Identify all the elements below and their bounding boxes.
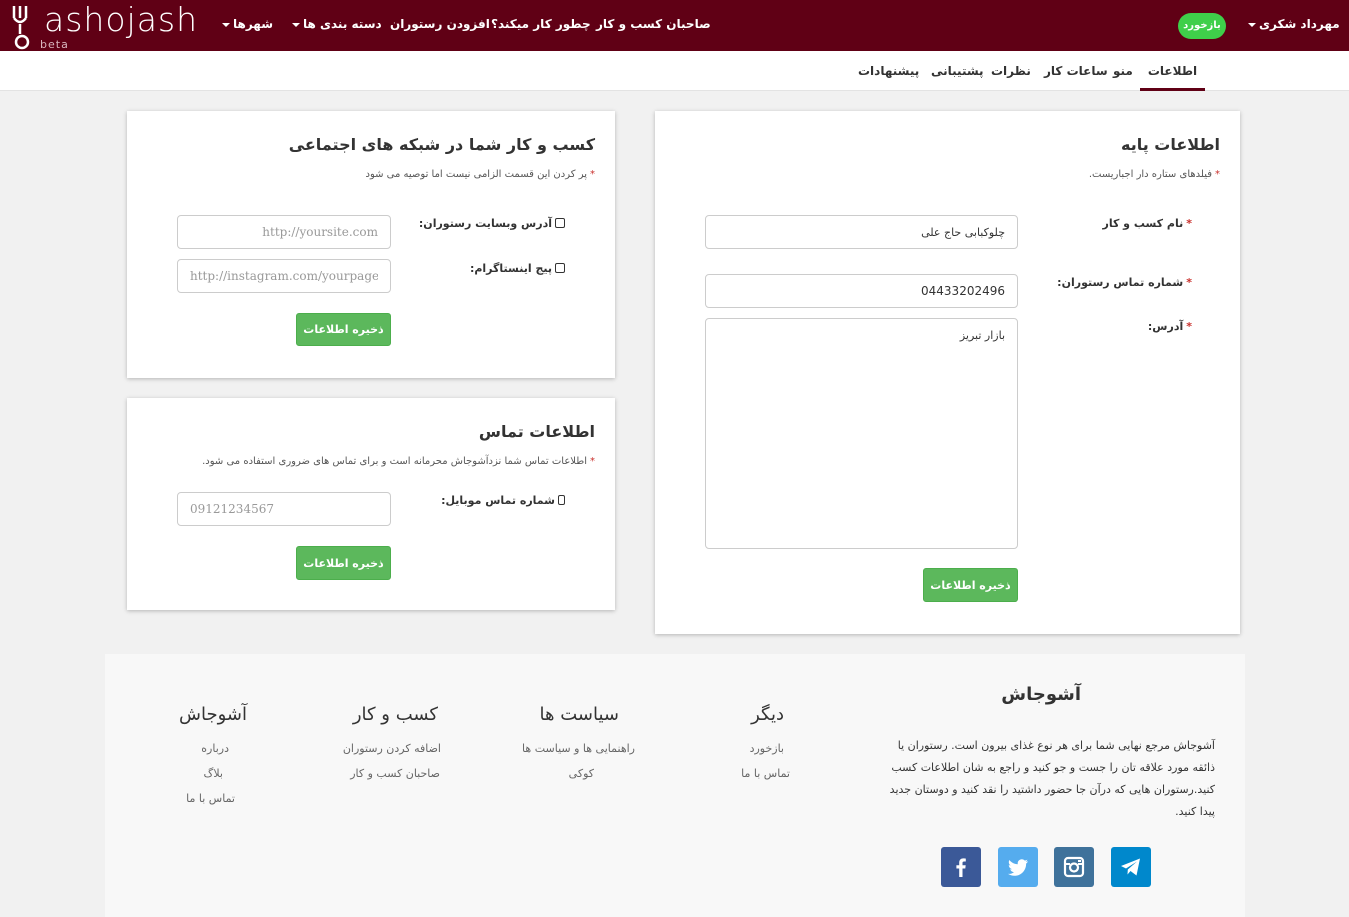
required-fields-note-text: فیلدهای ستاره دار اجباریست. (1088, 169, 1212, 180)
footer-link-add-restaurant[interactable]: اضافه کردن رستوران (343, 742, 441, 755)
beta-label: beta (40, 38, 69, 51)
feedback-button[interactable]: بازخورد (1178, 13, 1226, 39)
address-label-text: آدرس: (1147, 320, 1184, 333)
basic-info-card: اطلاعات پایه *فیلدهای ستاره دار اجباریست… (655, 111, 1240, 634)
telegram-icon (1121, 858, 1140, 876)
tab-support[interactable]: پشتیبانی (931, 51, 984, 91)
tab-info[interactable]: اطلاعات (1140, 51, 1205, 91)
nav-categories[interactable]: دسته بندی ها (289, 17, 382, 31)
footer-link-policies[interactable]: راهنمایی ها و سیاست ها (522, 742, 635, 755)
instagram-icon (1063, 856, 1085, 878)
footer-link-contact-us[interactable]: تماس با ما (186, 792, 235, 805)
footer-about-text: آشوجاش مرجع نهایی شما برای هر نوع غذای ب… (889, 739, 1215, 818)
business-name-input[interactable] (705, 215, 1018, 249)
caret-down-icon (1248, 22, 1256, 27)
facebook-link[interactable] (941, 847, 981, 887)
business-tabs: اطلاعات منو ساعات کار نظرات پشتیبانی پیش… (0, 51, 1349, 91)
external-link-icon (555, 218, 565, 228)
footer-link-feedback[interactable]: بازخورد (750, 742, 784, 755)
footer-link-contact[interactable]: تماس با ما (741, 767, 790, 780)
fork-logo-icon (12, 6, 30, 50)
save-contact-button[interactable]: ذخیره اطلاعات (296, 546, 391, 580)
instagram-input[interactable] (177, 259, 391, 293)
brand-name: ashojash (44, 0, 199, 39)
footer-link-business-owners[interactable]: صاحبان کسب و کار (350, 767, 440, 780)
social-networks-title: کسب و کار شما در شبکه های اجتماعی (288, 135, 595, 154)
website-label: آدرس وبسایت رستوران: (419, 217, 565, 230)
contact-info-card: اطلاعات تماس *اطلاعات تماس شما نزدآشوجاش… (127, 398, 615, 610)
restaurant-phone-input[interactable] (705, 274, 1018, 308)
social-networks-card: کسب و کار شما در شبکه های اجتماعی *پر کر… (127, 111, 615, 378)
basic-info-title: اطلاعات پایه (1120, 135, 1220, 154)
contact-private-note: *اطلاعات تماس شما نزدآشوجاش محرمانه است … (202, 456, 595, 467)
footer-other-title: دیگر (751, 704, 784, 725)
brand-logo[interactable]: ashojash beta (10, 0, 197, 51)
top-navbar: ashojash beta شهرها دسته بندی ها افزودن … (0, 0, 1349, 51)
restaurant-phone-label-text: شماره تماس رستوران: (1057, 276, 1184, 289)
mobile-label: شماره تماس موبایل: (441, 494, 565, 507)
footer-link-about[interactable]: درباره (201, 742, 229, 755)
twitter-icon (1008, 859, 1028, 876)
mobile-input[interactable] (177, 492, 391, 526)
footer: آشوجاش آشوجاش مرجع نهایی شما برای هر نوع… (105, 654, 1245, 917)
tab-reviews[interactable]: نظرات (991, 51, 1031, 91)
footer-ashojash-title: آشوجاش (179, 704, 247, 725)
tab-menu[interactable]: منو (1113, 51, 1133, 91)
facebook-icon (956, 858, 966, 877)
caret-down-icon (222, 22, 230, 27)
contact-info-title: اطلاعات تماس (478, 422, 595, 441)
website-label-text: آدرس وبسایت رستوران: (418, 217, 552, 230)
nav-cities[interactable]: شهرها (219, 17, 273, 31)
nav-add-restaurant[interactable]: افزودن رستوران (390, 17, 490, 31)
website-input[interactable] (177, 215, 391, 249)
footer-link-cookie[interactable]: کوکی (569, 767, 594, 780)
save-social-button[interactable]: ذخیره اطلاعات (296, 313, 391, 346)
nav-business-owners[interactable]: صاحبان کسب و کار (596, 17, 711, 31)
tab-suggestions[interactable]: پیشنهادات (858, 51, 919, 91)
address-label: *آدرس: (1147, 320, 1192, 333)
nav-categories-label: دسته بندی ها (303, 17, 382, 31)
footer-business-title: کسب و کار (352, 704, 438, 725)
save-basic-info-button[interactable]: ذخیره اطلاعات (923, 568, 1018, 602)
instagram-icon (555, 263, 565, 273)
nav-cities-label: شهرها (233, 17, 274, 31)
required-fields-note: *فیلدهای ستاره دار اجباریست. (1088, 169, 1220, 180)
restaurant-phone-label: *شماره تماس رستوران: (1057, 276, 1192, 289)
mobile-label-text: شماره تماس موبایل: (441, 494, 555, 507)
user-name: مهرداد شکری (1259, 17, 1340, 31)
address-textarea[interactable]: بازار تبریز (705, 318, 1018, 549)
footer-link-blog[interactable]: بلاگ (204, 767, 223, 780)
contact-private-note-text: اطلاعات تماس شما نزدآشوجاش محرمانه است و… (202, 456, 587, 467)
telegram-link[interactable] (1111, 847, 1151, 887)
mobile-icon (558, 495, 565, 505)
user-menu[interactable]: مهرداد شکری (1245, 17, 1340, 31)
footer-policies-title: سیاست ها (539, 704, 619, 725)
tab-hours[interactable]: ساعات کار (1044, 51, 1108, 91)
instagram-label: پیج اینستاگرام: (470, 262, 565, 275)
social-optional-note: *پر کردن این قسمت الزامی نیست اما توصیه … (365, 169, 595, 180)
caret-down-icon (292, 22, 300, 27)
nav-how-it-works[interactable]: چطور کار میکند؟ (491, 17, 591, 31)
business-name-label-text: نام کسب و کار (1102, 217, 1184, 230)
social-optional-note-text: پر کردن این قسمت الزامی نیست اما توصیه م… (365, 169, 587, 180)
twitter-link[interactable] (998, 847, 1038, 887)
business-name-label: *نام کسب و کار (1102, 217, 1192, 230)
footer-about-title: آشوجاش (1001, 684, 1081, 705)
instagram-link[interactable] (1054, 847, 1094, 887)
instagram-label-text: پیج اینستاگرام: (469, 262, 552, 275)
